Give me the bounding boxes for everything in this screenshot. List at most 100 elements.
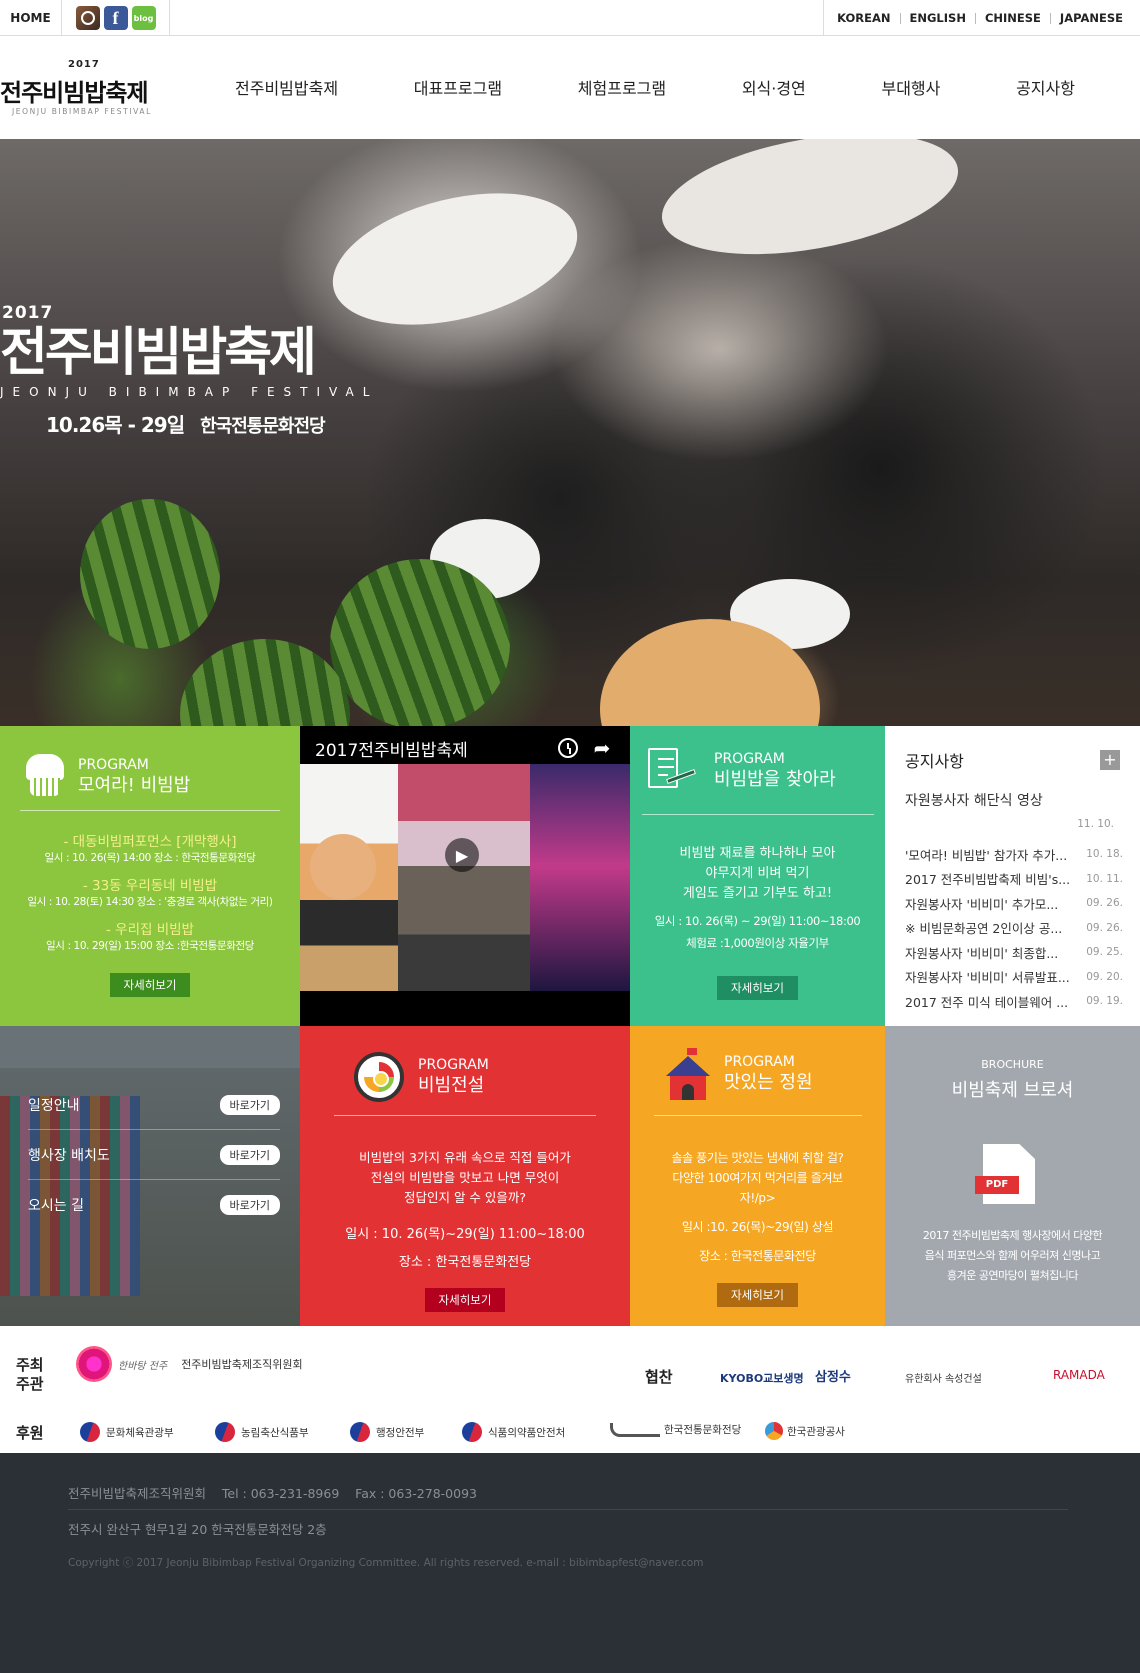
building-icon (610, 1422, 660, 1437)
taeguk-icon (350, 1422, 370, 1442)
home-link[interactable]: HOME (0, 0, 62, 36)
support-logo-culture-center[interactable]: 한국전통문화전당 (610, 1422, 741, 1437)
pdf-label: PDF (975, 1176, 1019, 1194)
facebook-icon[interactable]: f (103, 6, 128, 30)
notice-date: 09. 20. (1086, 970, 1123, 983)
hero-subtitle: JEONJU BIBIMBAP FESTIVAL (0, 385, 379, 399)
sponsors-section: 주최 주관 한바탕 전주 전주비빔밥축제조직위원회 협찬 KYOBO교보생명 삼… (0, 1326, 1140, 1453)
nav-notice[interactable]: 공지사항 (1016, 75, 1075, 99)
video-thumbnail[interactable] (300, 764, 630, 991)
body-line: 게임도 즐기고 기부도 하고! (682, 886, 833, 901)
list-item[interactable]: 자원봉사자 '비비미' 서류발표... 09. 20. (905, 965, 1123, 990)
support-logo-interior[interactable]: 행정안전부 (350, 1422, 424, 1442)
tile-kicker: PROGRAM (714, 751, 785, 767)
list-item[interactable]: 2017 전주 미식 테이블웨어 ... 09. 19. (905, 989, 1123, 1014)
play-icon[interactable]: ▶ (445, 838, 479, 872)
host-logo[interactable]: 한바탕 전주 전주비빔밥축제조직위원회 (76, 1346, 303, 1382)
taeguk-icon (462, 1422, 482, 1442)
support-name: 식품의약품안전처 (488, 1426, 566, 1439)
body-line: 야무지게 비벼 먹기 (705, 866, 810, 881)
program-gather-tile: PROGRAM 모여라! 비빔밥 - 대동비빔퍼포먼스 [개막행사] 일시 : … (0, 726, 300, 1026)
body-line: 음식 퍼포먼스와 함께 어우러져 신명나고 (924, 1249, 1101, 1262)
lang-japanese[interactable]: JAPANESE (1051, 12, 1132, 24)
hero-title: 전주비빔밥축제 (0, 323, 317, 383)
notice-item-title: 자원봉사자 '비비미' 서류발표... (905, 970, 1070, 986)
details-button[interactable]: 자세히보기 (717, 1283, 798, 1307)
list-item[interactable]: 자원봉사자 '비비미' 최종합... 09. 25. (905, 940, 1123, 965)
instagram-icon[interactable] (75, 6, 100, 30)
hero-banner: 2017 전주비빔밥축제 JEONJU BIBIMBAP FESTIVAL 10… (0, 139, 1140, 726)
checklist-icon (648, 748, 696, 794)
more-plus-icon[interactable]: + (1100, 750, 1120, 770)
notice-date: 09. 19. (1086, 995, 1123, 1008)
tent-icon (666, 1048, 710, 1100)
site-logo[interactable]: 2017 전주비빔밥축제 JEONJU BIBIMBAP FESTIVAL (0, 59, 165, 129)
taeguk-icon (80, 1422, 100, 1442)
tile-title: 비빔밥을 찾아라 (714, 769, 836, 790)
notice-item-title: 2017 전주비빔밥축제 비빔's... (905, 872, 1071, 888)
support-name: 농림축산식품부 (241, 1426, 309, 1439)
program-gather-list: - 대동비빔퍼포먼스 [개막행사] 일시 : 10. 26(목) 14:00 장… (0, 830, 300, 962)
divider (334, 1115, 596, 1116)
nav-festival[interactable]: 전주비빔밥축제 (235, 75, 338, 99)
chef-hat-shape (652, 139, 968, 275)
details-button[interactable]: 자세히보기 (717, 976, 798, 1000)
list-item[interactable]: 자원봉사자 '비비미' 추가모... 09. 26. (905, 891, 1123, 916)
nav-experience-program[interactable]: 체험프로그램 (578, 75, 666, 99)
lang-english[interactable]: ENGLISH (901, 12, 975, 24)
brochure-title: 비빔축제 브로셔 (951, 1080, 1074, 1101)
support-logo-agriculture[interactable]: 농림축산식품부 (215, 1422, 309, 1442)
quicklink-label: 오시는 길 (28, 1198, 84, 1214)
pdf-file-icon[interactable] (983, 1144, 1035, 1204)
samdasoo-logo[interactable]: 삼정수 (815, 1366, 851, 1385)
nav-main-program[interactable]: 대표프로그램 (414, 75, 502, 99)
body-line: 흥겨운 공연마당이 펼쳐집니다 (946, 1269, 1079, 1282)
brochure-tile: BROCHURE 비빔축제 브로셔 PDF 2017 전주비빔밥축제 행사장에서… (885, 1026, 1140, 1326)
bibimbap-bowl-icon (354, 1052, 404, 1102)
ramada-logo[interactable]: RAMADA (1053, 1368, 1105, 1382)
support-logo-culture[interactable]: 문화체육관광부 (80, 1422, 174, 1442)
notice-first-item[interactable]: 자원봉사자 해단식 영상 (905, 790, 1043, 810)
program-garden-tile: PROGRAM 맛있는 정원 솔솔 풍기는 맛있는 냄새에 취할 걸? 다양한 … (630, 1026, 885, 1326)
support-logo-tourism[interactable]: 한국관광공사 (765, 1422, 845, 1440)
program-legend-tile: PROGRAM 비빔전설 비빔밥의 3가지 유래 속으로 직접 들어가 전설의 … (300, 1026, 630, 1326)
nav-dining-contest[interactable]: 외식·경연 (742, 75, 806, 99)
kyobo-logo[interactable]: KYOBO교보생명 (720, 1370, 804, 1386)
list-item[interactable]: ※ 비빔문화공연 2인이상 공... 09. 26. (905, 916, 1123, 941)
quicklink-label: 행사장 배치도 (28, 1147, 110, 1164)
divider (654, 1115, 862, 1116)
list-item-title: - 대동비빔퍼포먼스 [개막행사] (63, 834, 237, 850)
watch-later-icon[interactable] (558, 738, 578, 758)
details-button[interactable]: 자세히보기 (109, 973, 191, 997)
quicklink-venue-map: 행사장 배치도 바로가기 (28, 1130, 280, 1180)
info-line: 일시 : 10. 26(목) ~ 29(일) 11:00~18:00 (654, 914, 861, 928)
lang-korean[interactable]: KOREAN (828, 12, 899, 24)
notice-date: 09. 26. (1086, 897, 1123, 910)
logo-name-kr: 전주비빔밥축제 (0, 79, 149, 107)
lang-chinese[interactable]: CHINESE (976, 12, 1050, 24)
support-name: 한국전통문화전당 (664, 1424, 742, 1436)
construction-logo[interactable]: 유한회사 속성건설 (905, 1370, 982, 1385)
list-item[interactable]: 2017 전주비빔밥축제 비빔's... 10. 11. (905, 867, 1123, 892)
go-button[interactable]: 바로가기 (219, 1195, 280, 1215)
tile-title: 맛있는 정원 (724, 1072, 813, 1093)
body-line: 다양한 100여가지 먹거리를 즐겨보 (672, 1171, 843, 1185)
notice-item-title: '모여라! 비빔밥' 참가자 추가... (905, 847, 1068, 863)
details-button[interactable]: 자세히보기 (424, 1288, 506, 1312)
language-selector: KOREAN ENGLISH CHINESE JAPANESE (823, 0, 1140, 36)
program-legend-info-date: 일시 : 10. 26(목)~29(일) 11:00~18:00 (345, 1227, 585, 1242)
tile-header: PROGRAM 비빔전설 (354, 1052, 489, 1102)
body-line: 2017 전주비빔밥축제 행사장에서 다양한 (922, 1229, 1103, 1242)
tile-kicker: PROGRAM (418, 1057, 489, 1073)
blog-icon[interactable]: blog (131, 6, 156, 30)
go-button[interactable]: 바로가기 (219, 1144, 280, 1165)
hero-dates: 10.26목 - 29일 한국전통문화전당 (46, 409, 380, 438)
list-item[interactable]: '모여라! 비빔밥' 참가자 추가... 10. 18. (905, 842, 1123, 867)
nav-side-events[interactable]: 부대행사 (881, 75, 940, 99)
support-logo-food-drug[interactable]: 식품의약품안전처 (462, 1422, 565, 1442)
tile-header: PROGRAM 맛있는 정원 (666, 1048, 813, 1100)
share-icon[interactable]: ➦ (592, 738, 612, 758)
body-line: 솔솔 풍기는 맛있는 냄새에 취할 걸? (671, 1151, 844, 1165)
quicklink-label: 일정안내 (28, 1097, 80, 1114)
go-button[interactable]: 바로가기 (219, 1094, 280, 1115)
